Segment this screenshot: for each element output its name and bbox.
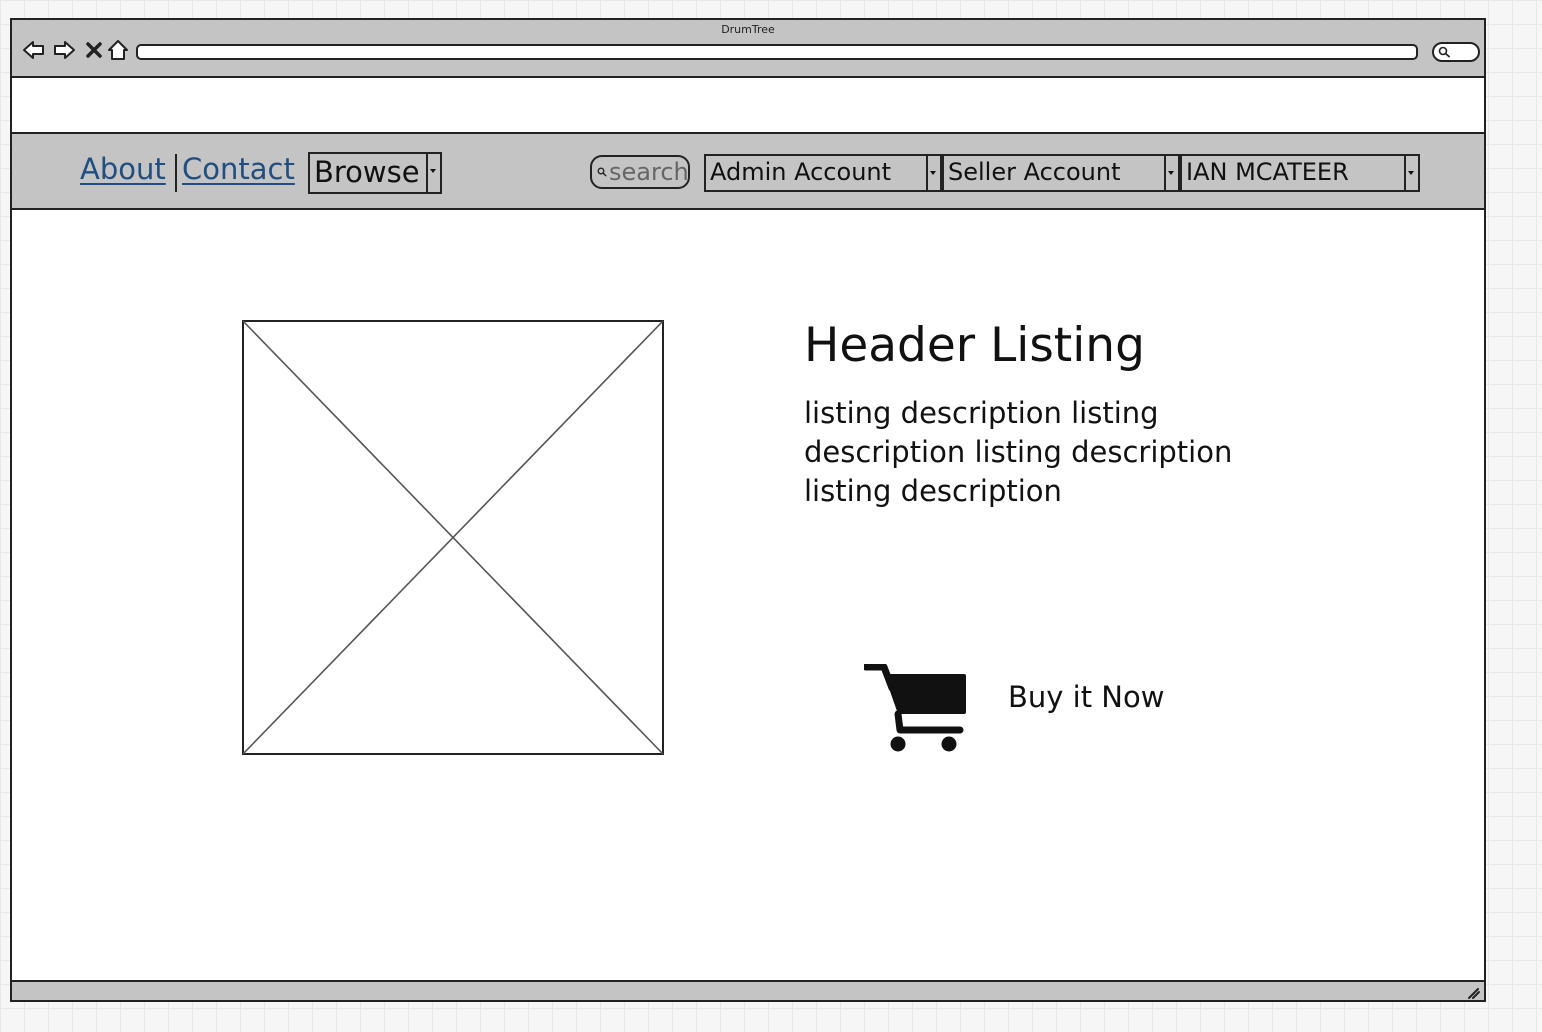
search-icon (597, 167, 607, 177)
home-icon[interactable] (106, 38, 130, 62)
chevron-down-icon (1164, 156, 1178, 190)
listing-title: Header Listing (804, 318, 1145, 373)
close-icon[interactable] (82, 38, 106, 62)
back-arrow-icon[interactable] (22, 38, 46, 62)
forward-arrow-icon[interactable] (52, 38, 76, 62)
listing-description: listing description listing description … (804, 396, 1233, 508)
magnifier-icon (1438, 46, 1450, 58)
browser-search-button[interactable] (1432, 42, 1480, 62)
nav-link-about[interactable]: About (80, 152, 166, 186)
resize-grip-icon[interactable] (1466, 985, 1480, 999)
listing-image-placeholder (242, 320, 664, 755)
chevron-down-icon (1404, 156, 1418, 190)
window-title: DrumTree (721, 23, 775, 36)
browser-window: DrumTree About Contact Browse search Adm… (10, 18, 1486, 1002)
search-placeholder: search (609, 158, 689, 186)
user-account-dropdown[interactable]: IAN MCATEER (1180, 154, 1420, 192)
seller-account-dropdown[interactable]: Seller Account (942, 154, 1180, 192)
admin-account-label: Admin Account (710, 158, 892, 186)
nav-link-contact[interactable]: Contact (182, 152, 295, 186)
nav-divider (175, 154, 177, 192)
chevron-down-icon (426, 154, 440, 192)
browse-dropdown[interactable]: Browse (308, 152, 442, 194)
site-navbar: About Contact Browse search Admin Accoun… (12, 132, 1484, 210)
browser-statusbar (12, 980, 1484, 1000)
address-bar[interactable] (136, 44, 1418, 60)
browse-dropdown-label: Browse (314, 155, 420, 189)
shopping-cart-icon[interactable] (864, 664, 968, 752)
browser-titlebar: DrumTree (12, 20, 1484, 78)
site-search-input[interactable]: search (590, 155, 690, 189)
user-account-label: IAN MCATEER (1186, 158, 1349, 186)
chevron-down-icon (926, 156, 940, 190)
admin-account-dropdown[interactable]: Admin Account (704, 154, 942, 192)
buy-it-now-button[interactable]: Buy it Now (1008, 680, 1164, 714)
seller-account-label: Seller Account (948, 158, 1121, 186)
